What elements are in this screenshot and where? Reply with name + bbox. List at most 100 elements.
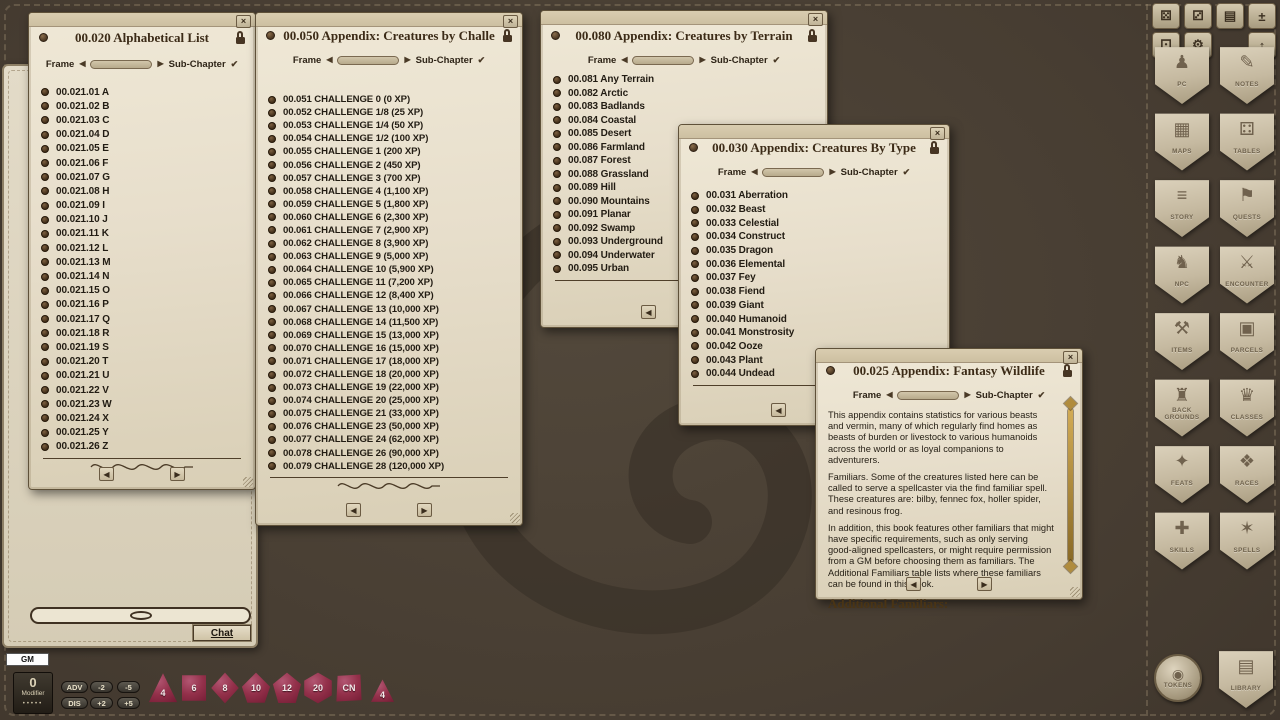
identity-label[interactable]: GM [6, 653, 49, 666]
chapter-link[interactable]: 00.065 CHALLENGE 11 (7,200 XP) [268, 276, 510, 289]
minus-5-button[interactable]: -5 [117, 681, 140, 693]
plus-2-button[interactable]: +2 [90, 697, 113, 709]
chapter-link[interactable]: 00.037 Fey [691, 271, 937, 285]
sidebar-button-pc[interactable]: ♟ PC [1154, 46, 1210, 113]
page-prev-button[interactable]: ◀ [346, 503, 361, 517]
chapter-link[interactable]: 00.021.07 G [41, 170, 243, 184]
resize-grip-icon[interactable] [243, 477, 253, 487]
chapter-link[interactable]: 00.021.09 I [41, 199, 243, 213]
chapter-link[interactable]: 00.061 CHALLENGE 7 (2,900 XP) [268, 224, 510, 237]
chapter-link[interactable]: 00.021.23 W [41, 397, 243, 411]
chapter-link[interactable]: 00.035 Dragon [691, 244, 937, 258]
sidebar-button-items[interactable]: ⚒ ITEMS [1154, 312, 1210, 379]
chapter-link[interactable]: 00.021.26 Z [41, 440, 243, 454]
chapter-link[interactable]: 00.052 CHALLENGE 1/8 (25 XP) [268, 106, 510, 119]
page-prev-button[interactable]: ◀ [99, 467, 114, 481]
chapter-link[interactable]: 00.021.14 N [41, 269, 243, 283]
chapter-link[interactable]: 00.040 Humanoid [691, 312, 937, 326]
frame-slider[interactable] [897, 391, 959, 400]
chapter-link[interactable]: 00.021.16 P [41, 298, 243, 312]
chapter-link[interactable]: 00.021.13 M [41, 255, 243, 269]
chapter-link[interactable]: 00.062 CHALLENGE 8 (3,900 XP) [268, 237, 510, 250]
chapter-link[interactable]: 00.072 CHALLENGE 18 (20,000 XP) [268, 368, 510, 381]
chapter-link[interactable]: 00.055 CHALLENGE 1 (200 XP) [268, 145, 510, 158]
frame-next-icon[interactable]: ▶ [404, 56, 410, 64]
chapter-link[interactable]: 00.054 CHALLENGE 1/2 (100 XP) [268, 132, 510, 145]
dice-tower-icon[interactable]: ⚂ [1184, 3, 1212, 29]
chapter-link[interactable]: 00.075 CHALLENGE 21 (33,000 XP) [268, 407, 510, 420]
chapter-link[interactable]: 00.083 Badlands [553, 100, 815, 114]
sidebar-button-npc[interactable]: ♞ NPC [1154, 246, 1210, 313]
chapter-link[interactable]: 00.021.08 H [41, 184, 243, 198]
close-icon[interactable]: × [1063, 351, 1078, 364]
close-icon[interactable]: × [808, 13, 823, 26]
sidebar-button-encounter[interactable]: ⚔ ENCOUNTER [1219, 246, 1275, 313]
chapter-link[interactable]: 00.034 Construct [691, 230, 937, 244]
chapter-link[interactable]: 00.032 Beast [691, 203, 937, 217]
frame-prev-icon[interactable]: ◀ [326, 56, 332, 64]
sidebar-button-story[interactable]: ≡ STORY [1154, 179, 1210, 246]
chapter-link[interactable]: 00.021.06 F [41, 156, 243, 170]
lock-icon[interactable] [807, 29, 818, 43]
sidebar-button-skills[interactable]: ✚ SKILLS [1154, 512, 1210, 579]
lock-icon[interactable] [235, 31, 246, 45]
frame-slider[interactable] [632, 56, 694, 65]
frame-slider[interactable] [90, 60, 152, 69]
sidebar-button-classes[interactable]: ♛ CLASSES [1219, 379, 1275, 446]
frame-prev-icon[interactable]: ◀ [621, 56, 627, 64]
chapter-link[interactable]: 00.021.19 S [41, 340, 243, 354]
chapter-link[interactable]: 00.060 CHALLENGE 6 (2,300 XP) [268, 211, 510, 224]
cards-icon[interactable]: ▤ [1216, 3, 1244, 29]
die-d20[interactable]: 20 [303, 672, 333, 704]
chapter-link[interactable]: 00.021.18 R [41, 326, 243, 340]
page-prev-button[interactable]: ◀ [906, 577, 921, 591]
subchapter-check-icon[interactable]: ✔ [1038, 390, 1046, 401]
sidebar-button-races[interactable]: ❖ RACES [1219, 445, 1275, 512]
chapter-link[interactable]: 00.021.17 Q [41, 312, 243, 326]
chapter-link[interactable]: 00.077 CHALLENGE 24 (62,000 XP) [268, 433, 510, 446]
advantage-button[interactable]: ADV [61, 681, 88, 693]
chapter-link[interactable]: 00.021.01 A [41, 85, 243, 99]
close-icon[interactable]: × [503, 15, 518, 28]
chapter-link[interactable]: 00.021.25 Y [41, 426, 243, 440]
chapter-link[interactable]: 00.068 CHALLENGE 14 (11,500 XP) [268, 316, 510, 329]
lock-icon[interactable] [502, 29, 513, 43]
frame-next-icon[interactable]: ▶ [829, 168, 835, 176]
sidebar-button-quests[interactable]: ⚑ QUESTS [1219, 179, 1275, 246]
resize-grip-icon[interactable] [510, 513, 520, 523]
chapter-link[interactable]: 00.076 CHALLENGE 23 (50,000 XP) [268, 420, 510, 433]
chapter-link[interactable]: 00.067 CHALLENGE 13 (10,000 XP) [268, 303, 510, 316]
chapter-link[interactable]: 00.039 Giant [691, 299, 937, 313]
frame-prev-icon[interactable]: ◀ [751, 168, 757, 176]
chapter-link[interactable]: 00.066 CHALLENGE 12 (8,400 XP) [268, 289, 510, 302]
chapter-link[interactable]: 00.021.20 T [41, 355, 243, 369]
chapter-link[interactable]: 00.064 CHALLENGE 10 (5,900 XP) [268, 263, 510, 276]
chapter-link[interactable]: 00.071 CHALLENGE 17 (18,000 XP) [268, 355, 510, 368]
chapter-link[interactable]: 00.021.04 D [41, 128, 243, 142]
chapter-link[interactable]: 00.073 CHALLENGE 19 (22,000 XP) [268, 381, 510, 394]
plus-5-button[interactable]: +5 [117, 697, 140, 709]
page-prev-button[interactable]: ◀ [771, 403, 786, 417]
chapter-link[interactable]: 00.033 Celestial [691, 216, 937, 230]
sidebar-button-spells[interactable]: ✶ SPELLS [1219, 512, 1275, 579]
die-d4[interactable]: 4 [148, 672, 178, 704]
minus-2-button[interactable]: -2 [90, 681, 113, 693]
window-alphabetical-list[interactable]: × 00.020 Alphabetical List Frame ◀ ▶ Sub… [28, 12, 256, 490]
chapter-link[interactable]: 00.079 CHALLENGE 28 (120,000 XP) [268, 460, 510, 473]
frame-prev-icon[interactable]: ◀ [79, 60, 85, 68]
chapter-link[interactable]: 00.057 CHALLENGE 3 (700 XP) [268, 172, 510, 185]
chapter-link[interactable]: 00.021.02 B [41, 99, 243, 113]
sidebar-button-tables[interactable]: ⚃ TABLES [1219, 113, 1275, 180]
chapter-link[interactable]: 00.070 CHALLENGE 16 (15,000 XP) [268, 342, 510, 355]
frame-next-icon[interactable]: ▶ [964, 391, 970, 399]
dice-panel-icon[interactable]: ⚄ [1152, 3, 1180, 29]
window-creatures-by-challenge[interactable]: × 00.050 Appendix: Creatures by Challe F… [255, 12, 523, 526]
chapter-link[interactable]: 00.021.22 V [41, 383, 243, 397]
sidebar-button-notes[interactable]: ✎ NOTES [1219, 46, 1275, 113]
chapter-link[interactable]: 00.021.12 L [41, 241, 243, 255]
close-icon[interactable]: × [236, 15, 251, 28]
plus-minus-icon[interactable]: ± [1248, 3, 1276, 29]
close-icon[interactable]: × [930, 127, 945, 140]
sidebar-button-backgrounds[interactable]: ♜ BACK GROUNDS [1154, 379, 1210, 446]
pin-icon[interactable] [826, 366, 835, 375]
